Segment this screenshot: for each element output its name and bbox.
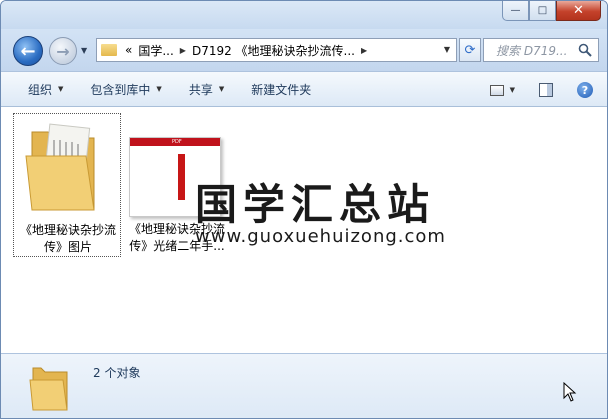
address-bar[interactable]: « 国学... ▶ D7192 《地理秘诀杂抄流传... ▶ ▼ [96, 38, 457, 62]
include-library-label: 包含到库中 [90, 82, 151, 97]
share-label: 共享 [188, 82, 213, 97]
command-bar: 组织 ▼ 包含到库中 ▼ 共享 ▼ 新建文件夹 ▼ ? [1, 71, 607, 107]
chevron-down-icon: ▼ [218, 85, 225, 93]
breadcrumb-current[interactable]: D7192 《地理秘诀杂抄流传... [192, 42, 355, 59]
organize-label: 组织 [28, 82, 53, 97]
folder-icon [29, 367, 68, 411]
breadcrumb-guoxue[interactable]: 国学... [138, 42, 173, 59]
organize-button[interactable]: 组织 ▼ [28, 81, 63, 98]
back-button[interactable]: ← [13, 36, 43, 66]
navigation-bar: ← → ▼ « 国学... ▶ D7192 《地理秘诀杂抄流传... ▶ ▼ ⟳… [1, 29, 607, 71]
file-item-folder[interactable]: 《地理秘诀杂抄流 传》图片 [13, 113, 121, 257]
view-icon [489, 84, 504, 96]
new-folder-label: 新建文件夹 [251, 82, 312, 97]
file-name: 《地理秘诀杂抄流 传》图片 [14, 222, 122, 256]
new-folder-button[interactable]: 新建文件夹 [251, 81, 311, 98]
search-placeholder: 搜索 D719... [496, 43, 568, 58]
minimize-button[interactable]: — [502, 1, 529, 21]
forward-arrow-icon: → [56, 41, 70, 61]
item-count: 2 个对象 [93, 366, 141, 380]
recent-pages-chevron-icon[interactable]: ▼ [81, 46, 87, 55]
folder-icon [25, 123, 95, 211]
watermark-url: www.guoxuehuizong.com [195, 226, 446, 247]
back-arrow-icon: ← [20, 40, 36, 62]
search-input[interactable]: 搜索 D719... [483, 38, 599, 62]
maximize-button[interactable]: □ [529, 1, 556, 21]
chevron-down-icon: ▼ [58, 85, 64, 93]
thumbnail-caption: PDF [172, 139, 182, 145]
file-name-line2: 传》图片 [43, 240, 92, 254]
watermark-title: 国学汇总站 [195, 180, 436, 229]
title-bar: — □ ✕ [1, 1, 607, 29]
thumbnail-spine [178, 154, 185, 200]
details-pane: 2 个对象 [1, 353, 607, 418]
help-icon[interactable]: ? [577, 82, 593, 98]
preview-pane-icon[interactable] [539, 83, 553, 97]
refresh-icon: ⟳ [464, 42, 476, 58]
share-button[interactable]: 共享 ▼ [189, 81, 224, 98]
include-in-library-button[interactable]: 包含到库中 ▼ [90, 81, 161, 98]
search-icon [578, 43, 592, 57]
folder-icon [101, 44, 117, 56]
close-button[interactable]: ✕ [556, 1, 601, 21]
mouse-cursor-icon [563, 382, 577, 402]
file-name-line1: 《地理秘诀杂抄流 [19, 223, 116, 237]
refresh-button[interactable]: ⟳ [459, 38, 481, 62]
window-controls: — □ ✕ [502, 1, 601, 21]
chevron-right-icon[interactable]: ▶ [180, 46, 186, 55]
chevron-down-icon: ▼ [156, 85, 162, 93]
address-dropdown-icon[interactable]: ▼ [444, 45, 450, 54]
thumbnail-header: PDF [130, 138, 220, 146]
chevron-down-icon: ▼ [509, 86, 515, 94]
explorer-window: — □ ✕ ← → ▼ « 国学... ▶ D7192 《地理秘诀杂抄流传...… [0, 0, 608, 419]
breadcrumb-overflow[interactable]: « [125, 43, 132, 57]
chevron-right-icon[interactable]: ▶ [361, 46, 367, 55]
change-view-button[interactable]: ▼ [489, 84, 515, 96]
forward-button[interactable]: → [49, 37, 77, 65]
